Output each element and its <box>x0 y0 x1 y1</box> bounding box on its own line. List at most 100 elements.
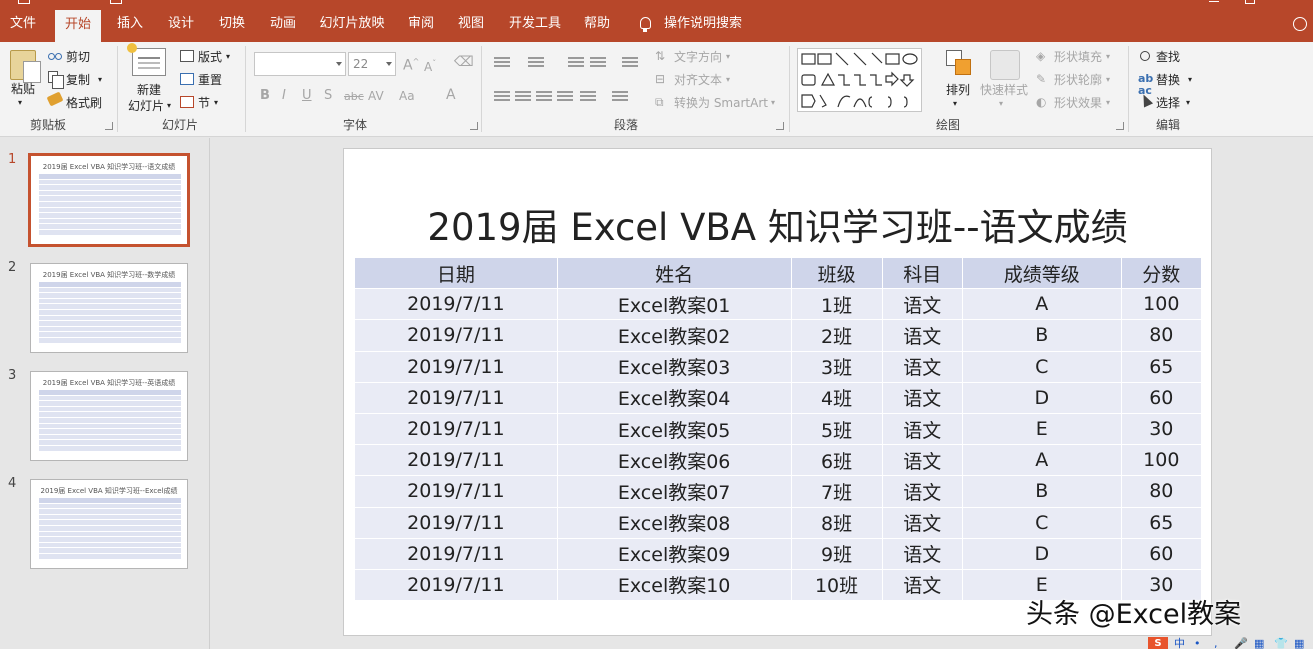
convert-smartart-button[interactable]: 转换为 SmartArt <box>674 95 768 111</box>
table-cell[interactable]: 2019/7/11 <box>354 506 558 539</box>
paste-button[interactable]: 粘贴 <box>11 81 35 97</box>
ime-punctuation-icon[interactable]: • <box>1194 638 1201 649</box>
reset-button[interactable]: 重置 <box>198 72 222 88</box>
paste-dropdown-icon[interactable]: ▾ <box>18 95 22 111</box>
table-cell[interactable]: D <box>961 537 1122 570</box>
slide-thumbnail-1[interactable]: 2019届 Excel VBA 知识学习班--语文成绩 <box>28 153 190 247</box>
justify-icon[interactable] <box>557 90 573 102</box>
table-cell[interactable]: 2019/7/11 <box>354 350 558 383</box>
align-left-icon[interactable] <box>494 90 510 102</box>
table-cell[interactable]: Excel教案08 <box>556 506 792 539</box>
table-cell[interactable]: C <box>961 506 1122 539</box>
align-center-icon[interactable] <box>515 90 531 102</box>
ime-chinese-mode-icon[interactable]: 中 <box>1174 638 1185 649</box>
table-cell[interactable]: 2019/7/11 <box>354 319 558 352</box>
cut-button[interactable]: 剪切 <box>66 49 90 65</box>
table-cell[interactable]: 4班 <box>790 381 883 414</box>
table-cell[interactable]: 2班 <box>790 319 883 352</box>
columns-icon[interactable] <box>612 90 628 102</box>
table-header-cell[interactable]: 科目 <box>881 256 963 290</box>
tab-help[interactable]: 帮助 <box>574 6 620 42</box>
table-cell[interactable]: 30 <box>1120 412 1203 446</box>
paste-icon[interactable] <box>10 50 41 83</box>
align-text-button[interactable]: 对齐文本 <box>674 72 722 88</box>
table-cell[interactable]: A <box>961 288 1122 321</box>
section-button[interactable]: 节 <box>198 95 210 111</box>
table-cell[interactable]: 语文 <box>881 319 963 352</box>
table-cell[interactable]: 3班 <box>790 350 883 383</box>
table-cell[interactable]: Excel教案06 <box>556 444 792 477</box>
slide-thumbnail-pane[interactable]: 1 2019届 Excel VBA 知识学习班--语文成绩 2 2019届 Ex… <box>0 138 210 649</box>
italic-button[interactable]: I <box>282 88 286 104</box>
table-cell[interactable]: 2019/7/11 <box>354 381 558 414</box>
arrange-dropdown-icon[interactable]: ▾ <box>953 96 957 112</box>
table-cell[interactable]: E <box>961 412 1122 446</box>
ime-tools-icon[interactable]: ▦ <box>1294 638 1304 649</box>
text-direction-button[interactable]: 文字方向 <box>674 49 722 65</box>
save-icon[interactable] <box>18 0 30 4</box>
table-cell[interactable]: 7班 <box>790 475 883 508</box>
table-cell[interactable]: 2019/7/11 <box>354 475 558 508</box>
table-cell[interactable]: 语文 <box>881 537 963 570</box>
ime-toolbar[interactable]: S 中 •, 🎤 ▦ 👕 ▦ <box>1148 637 1313 649</box>
tab-view[interactable]: 视图 <box>448 6 494 42</box>
replace-button[interactable]: 替换 <box>1156 72 1180 88</box>
format-painter-button[interactable]: 格式刷 <box>66 95 102 111</box>
smartart-dropdown-icon[interactable]: ▾ <box>771 95 775 111</box>
grades-table[interactable]: 日期 姓名 班级 科目 成绩等级 分数 2019/7/11 Excel教案01 1班 语文 A 10… <box>354 256 1203 602</box>
find-button[interactable]: 查找 <box>1156 49 1180 65</box>
tab-animations[interactable]: 动画 <box>260 6 306 42</box>
table-cell[interactable]: 8班 <box>790 506 883 539</box>
table-cell[interactable]: C <box>961 350 1122 383</box>
table-cell[interactable]: 60 <box>1120 381 1203 414</box>
table-cell[interactable]: 10班 <box>790 568 883 602</box>
arrange-icon[interactable] <box>946 50 972 76</box>
ime-logo-icon[interactable]: S <box>1148 637 1168 649</box>
text-direction-dropdown-icon[interactable]: ▾ <box>726 49 730 65</box>
shrink-font-button[interactable]: Aˇ <box>424 56 436 75</box>
quick-styles-button[interactable]: 快速样式 <box>980 82 1028 98</box>
quick-styles-icon[interactable] <box>990 50 1020 80</box>
bullets-icon[interactable] <box>494 56 510 68</box>
select-button[interactable]: 选择 <box>1156 95 1180 111</box>
table-cell[interactable]: 2019/7/11 <box>354 288 558 321</box>
increase-indent-icon[interactable] <box>590 56 606 68</box>
copy-button[interactable]: 复制 <box>66 72 90 88</box>
shape-fill-button[interactable]: 形状填充 <box>1054 49 1102 65</box>
table-cell[interactable]: Excel教案01 <box>556 288 792 321</box>
new-slide-label-1[interactable]: 新建 <box>137 82 161 98</box>
table-cell[interactable]: 6班 <box>790 444 883 477</box>
table-cell[interactable]: 语文 <box>881 506 963 539</box>
ime-comma-icon[interactable]: , <box>1214 638 1218 649</box>
strikethrough-button[interactable]: abc <box>344 89 364 105</box>
drawing-launcher-icon[interactable] <box>1116 122 1124 130</box>
tab-developer[interactable]: 开发工具 <box>503 6 567 42</box>
line-spacing-icon[interactable] <box>622 56 638 68</box>
slide-thumbnail-3[interactable]: 2019届 Excel VBA 知识学习班--英语成绩 <box>30 371 188 461</box>
user-icon[interactable] <box>1293 17 1307 31</box>
shapes-gallery-scroll[interactable] <box>921 48 933 112</box>
replace-dropdown-icon[interactable]: ▾ <box>1188 72 1192 88</box>
table-cell[interactable]: B <box>961 475 1122 508</box>
distributed-icon[interactable] <box>580 90 596 102</box>
table-cell[interactable]: 100 <box>1120 444 1203 477</box>
shadow-button[interactable]: S <box>324 88 332 104</box>
table-cell[interactable]: 60 <box>1120 537 1203 570</box>
bold-button[interactable]: B <box>260 88 270 104</box>
clear-format-icon[interactable]: ⌫ <box>454 54 474 70</box>
table-cell[interactable]: 65 <box>1120 506 1203 539</box>
shape-outline-button[interactable]: 形状轮廓 <box>1054 72 1102 88</box>
table-cell[interactable]: 语文 <box>881 350 963 383</box>
paragraph-launcher-icon[interactable] <box>776 122 784 130</box>
table-cell[interactable]: 语文 <box>881 412 963 446</box>
ime-keyboard-icon[interactable]: ▦ <box>1254 638 1264 649</box>
table-cell[interactable]: 语文 <box>881 381 963 414</box>
align-right-icon[interactable] <box>536 90 552 102</box>
tell-me-search[interactable]: 操作说明搜索 <box>664 6 742 42</box>
table-cell[interactable]: 2019/7/11 <box>354 412 558 446</box>
table-cell[interactable]: 语文 <box>881 475 963 508</box>
table-cell[interactable]: Excel教案02 <box>556 319 792 352</box>
underline-button[interactable]: U <box>302 88 312 104</box>
select-dropdown-icon[interactable]: ▾ <box>1186 95 1190 111</box>
slide-title[interactable]: 2019届 Excel VBA 知识学习班--语文成绩 <box>344 197 1211 251</box>
